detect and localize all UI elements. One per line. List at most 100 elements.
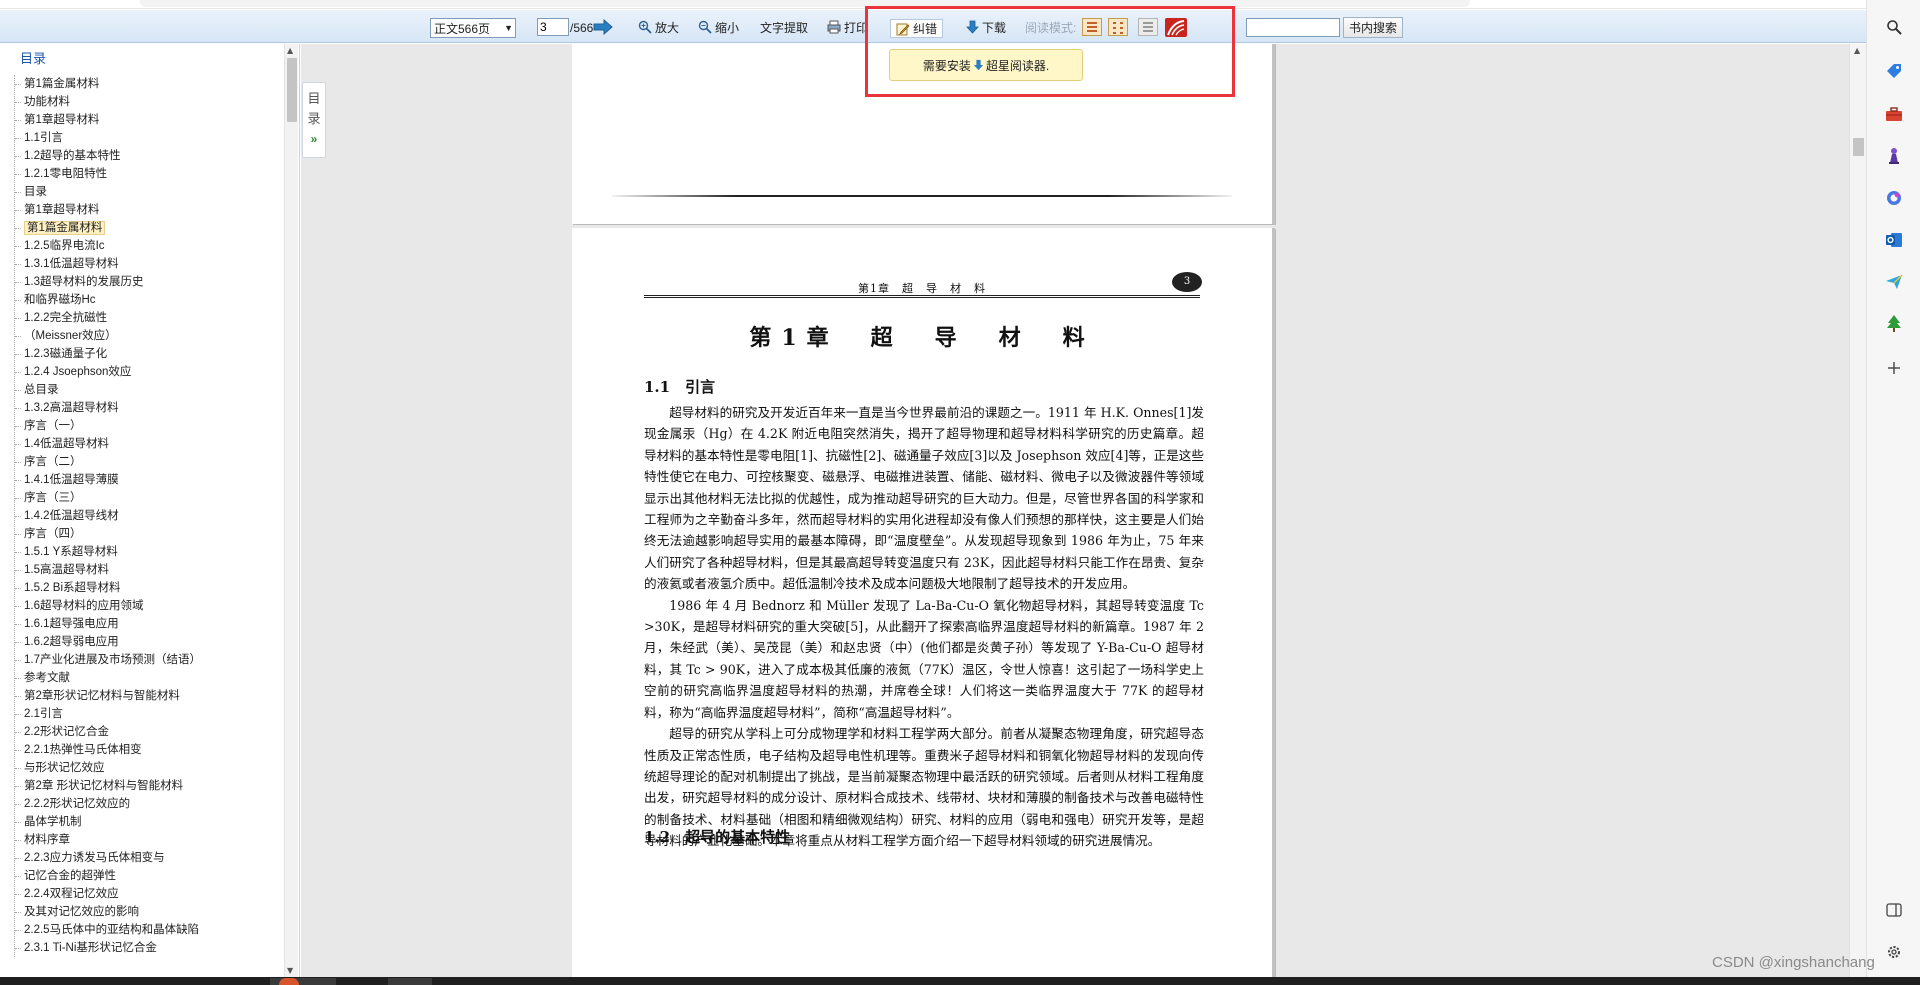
book-search-button[interactable]: 书内搜索 <box>1343 17 1404 38</box>
toc-item[interactable]: 1.7产业化进展及市场预测（结语） <box>15 651 282 669</box>
toc-item[interactable]: 与形状记忆效应 <box>15 759 282 777</box>
download-arrow-icon[interactable] <box>973 59 984 71</box>
toc-item[interactable]: 序言（一） <box>15 417 282 435</box>
toolbox-icon[interactable] <box>1884 104 1904 124</box>
scroll-down-icon[interactable]: ▼ <box>287 966 293 975</box>
tag-icon[interactable] <box>1884 61 1904 81</box>
toc-item[interactable]: 1.2超导的基本特性 <box>15 147 282 165</box>
toc-item[interactable]: 序言（二） <box>15 453 282 471</box>
toc-item[interactable]: 第1章超导材料 <box>15 201 282 219</box>
download-label: 下载 <box>982 20 1007 35</box>
search-icon[interactable] <box>1884 17 1904 37</box>
zoom-in-button[interactable]: 放大 <box>638 17 679 37</box>
toc-item[interactable]: 1.2.4 Jsoephson效应 <box>15 363 282 381</box>
toc-item[interactable]: 1.6超导材料的应用领域 <box>15 597 282 615</box>
toc-item[interactable]: 第2章 形状记忆材料与智能材料 <box>15 777 282 795</box>
toc-item[interactable]: 参考文献 <box>15 669 282 687</box>
toc-item[interactable]: 1.4.1低温超导薄膜 <box>15 471 282 489</box>
toc-item[interactable]: 1.5高温超导材料 <box>15 561 282 579</box>
browser-tab[interactable] <box>140 0 1470 7</box>
viewer-scrollbar[interactable]: ▲ <box>1849 44 1866 977</box>
book-search-input[interactable] <box>1246 18 1340 37</box>
viewer-scroll-thumb[interactable] <box>1853 138 1864 156</box>
toc-item-label: 2.2.1热弹性马氏体相变 <box>24 744 142 756</box>
taskbar-app[interactable] <box>388 978 432 985</box>
correct-error-button[interactable]: 纠错 <box>890 19 944 38</box>
toc-item[interactable]: 和临界磁场Hc <box>15 291 282 309</box>
toc-item[interactable]: 第1章超导材料 <box>15 111 282 129</box>
toc-item[interactable]: 材料序章 <box>15 831 282 849</box>
toc-item[interactable]: （Meissner效应） <box>15 327 282 345</box>
install-reader-tooltip: 需要安装 超星阅读器. <box>889 49 1083 81</box>
toc-item[interactable]: 2.3.1 Ti-Ni基形状记忆合金 <box>15 939 282 957</box>
superstar-reader-icon[interactable] <box>1165 18 1187 37</box>
toc-item[interactable]: 1.2.2完全抗磁性 <box>15 309 282 327</box>
toc-item[interactable]: 1.4低温超导材料 <box>15 435 282 453</box>
toc-item[interactable]: 记忆合金的超弹性 <box>15 867 282 885</box>
toc-item[interactable]: 1.5.1 Y系超导材料 <box>15 543 282 561</box>
toc-item[interactable]: 序言（四） <box>15 525 282 543</box>
toc-item[interactable]: 总目录 <box>15 381 282 399</box>
toc-item[interactable]: 目录 <box>15 183 282 201</box>
toc-item[interactable]: 1.3超导材料的发展历史 <box>15 273 282 291</box>
section-heading-1-1: 1.1 引言 <box>644 378 716 396</box>
toc-item-label: 2.2.4双程记忆效应 <box>24 888 119 900</box>
toc-item[interactable]: 1.3.1低温超导材料 <box>15 255 282 273</box>
page-range-select[interactable]: 正文566页 ▼ <box>430 18 516 38</box>
toc-title: 目录 <box>20 51 47 66</box>
toc-item[interactable]: 序言（三） <box>15 489 282 507</box>
toc-item[interactable]: 2.2.3应力诱发马氏体相变与 <box>15 849 282 867</box>
toc-item[interactable]: 1.1引言 <box>15 129 282 147</box>
toc-toggle-tab[interactable]: 目 录 » <box>302 82 326 158</box>
toc-item[interactable]: 1.4.2低温超导线材 <box>15 507 282 525</box>
toc-item-label: 目录 <box>24 186 47 198</box>
toc-item-label: 1.2.1零电阻特性 <box>24 168 108 180</box>
scroll-up-icon[interactable]: ▲ <box>287 46 293 55</box>
toc-item[interactable]: 第1篇金属材料 <box>15 219 282 237</box>
copilot-icon[interactable] <box>1884 188 1904 208</box>
send-icon[interactable] <box>1884 272 1904 292</box>
toc-item[interactable]: 功能材料 <box>15 93 282 111</box>
toc-item[interactable]: 1.5.2 Bi系超导材料 <box>15 579 282 597</box>
text-extract-button[interactable]: 文字提取 <box>760 17 808 37</box>
continuous-mode-button[interactable] <box>1138 18 1158 36</box>
toc-item[interactable]: 1.6.1超导强电应用 <box>15 615 282 633</box>
add-icon[interactable] <box>1884 358 1904 378</box>
double-page-mode-button[interactable] <box>1108 18 1128 36</box>
toc-item-label: 1.4低温超导材料 <box>24 438 109 450</box>
toc-item[interactable]: 1.2.1零电阻特性 <box>15 165 282 183</box>
zoom-out-label: 缩小 <box>715 20 740 35</box>
download-button[interactable]: 下载 <box>966 17 1006 37</box>
toc-item[interactable]: 2.2.2形状记忆效应的 <box>15 795 282 813</box>
toc-item[interactable]: 2.2.4双程记忆效应 <box>15 885 282 903</box>
zoom-out-button[interactable]: 缩小 <box>698 17 739 37</box>
go-arrow-icon[interactable] <box>593 19 613 35</box>
settings-gear-icon[interactable] <box>1884 942 1904 962</box>
section-heading-1-2: 1.2 超导的基本特性 <box>644 828 791 846</box>
toc-item[interactable]: 2.2.1热弹性马氏体相变 <box>15 741 282 759</box>
toc-item[interactable]: 2.2形状记忆合金 <box>15 723 282 741</box>
sidebar-scrollbar[interactable]: ▲ ▼ <box>284 44 298 977</box>
print-button[interactable]: 打印 <box>827 17 868 37</box>
toc-item[interactable]: 1.2.3磁通量子化 <box>15 345 282 363</box>
toc-item[interactable]: 2.1引言 <box>15 705 282 723</box>
toc-item[interactable]: 第1篇金属材料 <box>15 75 282 93</box>
toc-item[interactable]: 及其对记忆效应的影响 <box>15 903 282 921</box>
page-number-input[interactable] <box>537 18 569 36</box>
toc-item[interactable]: 1.3.2高温超导材料 <box>15 399 282 417</box>
toc-item[interactable]: 2.2.5马氏体中的亚结构和晶体缺陷 <box>15 921 282 939</box>
toc-item[interactable]: 第2章形状记忆材料与智能材料 <box>15 687 282 705</box>
toc-item[interactable]: 晶体学机制 <box>15 813 282 831</box>
scroll-up-icon[interactable]: ▲ <box>1854 46 1860 55</box>
tree-icon[interactable] <box>1884 313 1904 333</box>
toc-item[interactable]: 1.6.2超导弱电应用 <box>15 633 282 651</box>
sidebar-toggle-icon[interactable] <box>1884 900 1904 920</box>
single-page-mode-button[interactable] <box>1082 18 1102 36</box>
expand-chevron-icon[interactable]: » <box>303 129 325 149</box>
taskbar-app-icon[interactable] <box>279 978 299 985</box>
outlook-icon[interactable] <box>1884 230 1904 250</box>
sidebar-scroll-thumb[interactable] <box>287 58 297 122</box>
chess-piece-icon[interactable] <box>1884 146 1904 166</box>
toc-item[interactable]: 1.2.5临界电流Ic <box>15 237 282 255</box>
install-tooltip-link[interactable]: 超星阅读器. <box>986 57 1049 74</box>
